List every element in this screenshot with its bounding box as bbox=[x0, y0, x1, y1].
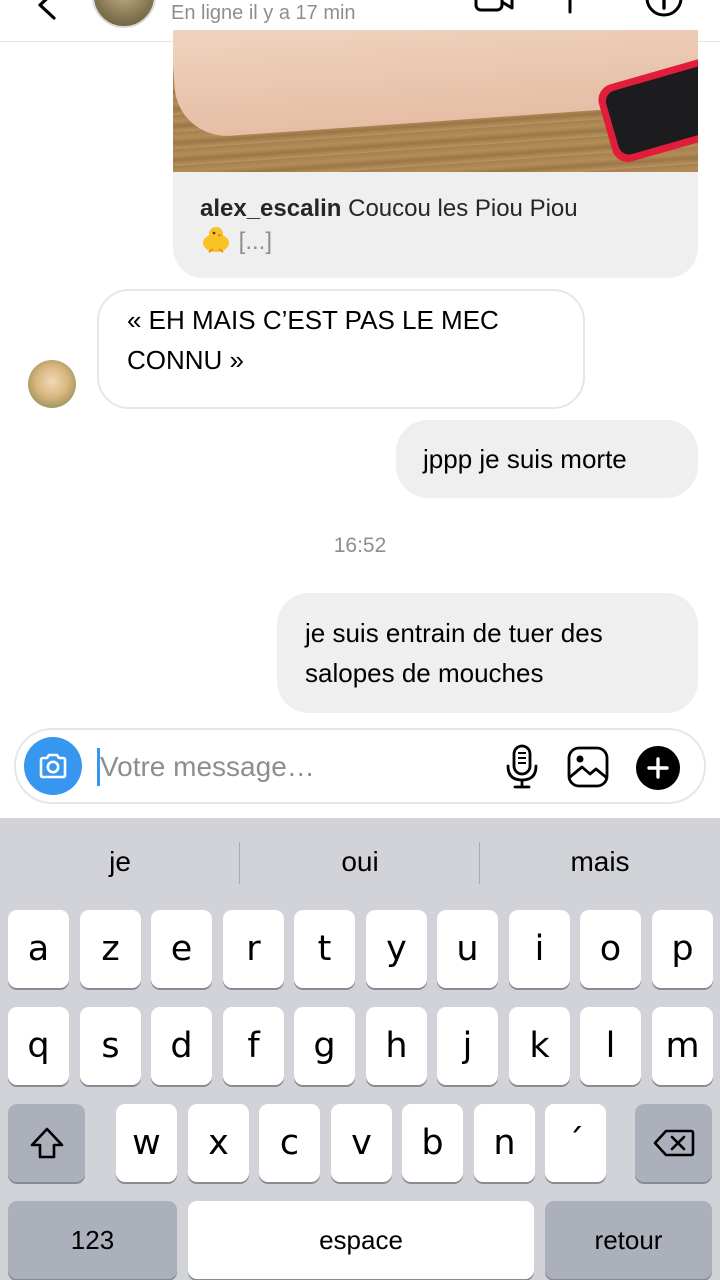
add-button[interactable] bbox=[636, 746, 680, 790]
shared-post-image bbox=[173, 30, 698, 172]
back-chevron-icon[interactable] bbox=[30, 0, 64, 22]
key-y[interactable]: y bbox=[366, 910, 427, 988]
key-p[interactable]: p bbox=[652, 910, 713, 988]
key-i[interactable]: i bbox=[509, 910, 570, 988]
key-o[interactable]: o bbox=[580, 910, 641, 988]
key-s[interactable]: s bbox=[80, 1007, 141, 1085]
suggestion-1[interactable]: je bbox=[0, 818, 240, 906]
key-u[interactable]: u bbox=[437, 910, 498, 988]
key-k[interactable]: k bbox=[509, 1007, 570, 1085]
incoming-message-bubble[interactable]: « EH MAIS C’EST PAS LE MEC CONNU » bbox=[97, 289, 585, 409]
key-x[interactable]: x bbox=[188, 1104, 249, 1182]
key-v[interactable]: v bbox=[331, 1104, 392, 1182]
key-q[interactable]: q bbox=[8, 1007, 69, 1085]
flag-icon[interactable] bbox=[566, 0, 596, 14]
shift-icon bbox=[30, 1127, 63, 1159]
key-accent[interactable]: ´ bbox=[545, 1104, 606, 1182]
sender-avatar[interactable] bbox=[28, 360, 76, 408]
key-j[interactable]: j bbox=[437, 1007, 498, 1085]
key-t[interactable]: t bbox=[294, 910, 355, 988]
key-w[interactable]: w bbox=[116, 1104, 177, 1182]
keyboard: je oui mais a z e r t y u i o p q s d f … bbox=[0, 818, 720, 1280]
video-call-icon[interactable] bbox=[474, 0, 514, 12]
outgoing-message-text: je suis entrain de tuer des salopes de m… bbox=[305, 618, 603, 688]
backspace-key[interactable] bbox=[635, 1104, 712, 1182]
suggestion-bar: je oui mais bbox=[0, 818, 720, 906]
key-n[interactable]: n bbox=[474, 1104, 535, 1182]
key-f[interactable]: f bbox=[223, 1007, 284, 1085]
key-g[interactable]: g bbox=[294, 1007, 355, 1085]
contact-status: En ligne il y a 17 min bbox=[171, 2, 356, 24]
key-m[interactable]: m bbox=[652, 1007, 713, 1085]
baby-chick-icon bbox=[203, 227, 229, 253]
outgoing-message-bubble[interactable]: je suis entrain de tuer des salopes de m… bbox=[277, 593, 698, 713]
camera-button[interactable] bbox=[24, 737, 82, 795]
key-e[interactable]: e bbox=[151, 910, 212, 988]
shared-post-card[interactable]: alex_escalin Coucou les Piou Piou [...] bbox=[173, 30, 698, 278]
camera-icon bbox=[39, 753, 67, 779]
gallery-icon[interactable] bbox=[566, 745, 610, 789]
key-l[interactable]: l bbox=[580, 1007, 641, 1085]
key-r[interactable]: r bbox=[223, 910, 284, 988]
suggestion-3[interactable]: mais bbox=[480, 818, 720, 906]
info-icon[interactable] bbox=[644, 0, 684, 18]
incoming-message-text: « EH MAIS C’EST PAS LE MEC CONNU » bbox=[127, 305, 499, 375]
microphone-icon[interactable] bbox=[504, 744, 540, 790]
key-a[interactable]: a bbox=[8, 910, 69, 988]
message-timestamp: 16:52 bbox=[333, 534, 387, 557]
message-composer bbox=[14, 728, 706, 804]
chat-screen: En ligne il y a 17 min alex_escalin Couc… bbox=[0, 0, 720, 1280]
key-c[interactable]: c bbox=[259, 1104, 320, 1182]
space-key[interactable]: espace bbox=[188, 1201, 534, 1279]
shift-key[interactable] bbox=[8, 1104, 85, 1182]
post-caption-text: Coucou les Piou Piou bbox=[348, 195, 578, 222]
backspace-icon bbox=[653, 1129, 694, 1157]
return-key[interactable]: retour bbox=[545, 1201, 712, 1279]
outgoing-message-bubble[interactable]: jppp je suis morte bbox=[396, 420, 698, 498]
post-more-link[interactable]: [...] bbox=[239, 228, 272, 255]
message-input[interactable] bbox=[100, 742, 490, 792]
contact-avatar[interactable] bbox=[92, 0, 156, 28]
post-username[interactable]: alex_escalin bbox=[200, 195, 341, 222]
key-h[interactable]: h bbox=[366, 1007, 427, 1085]
numbers-key[interactable]: 123 bbox=[8, 1201, 177, 1279]
key-z[interactable]: z bbox=[80, 910, 141, 988]
key-d[interactable]: d bbox=[151, 1007, 212, 1085]
suggestion-2[interactable]: oui bbox=[240, 818, 480, 906]
shared-post-caption: alex_escalin Coucou les Piou Piou [...] bbox=[200, 192, 670, 258]
outgoing-message-text: jppp je suis morte bbox=[423, 444, 627, 474]
plus-icon bbox=[647, 757, 669, 779]
key-b[interactable]: b bbox=[402, 1104, 463, 1182]
